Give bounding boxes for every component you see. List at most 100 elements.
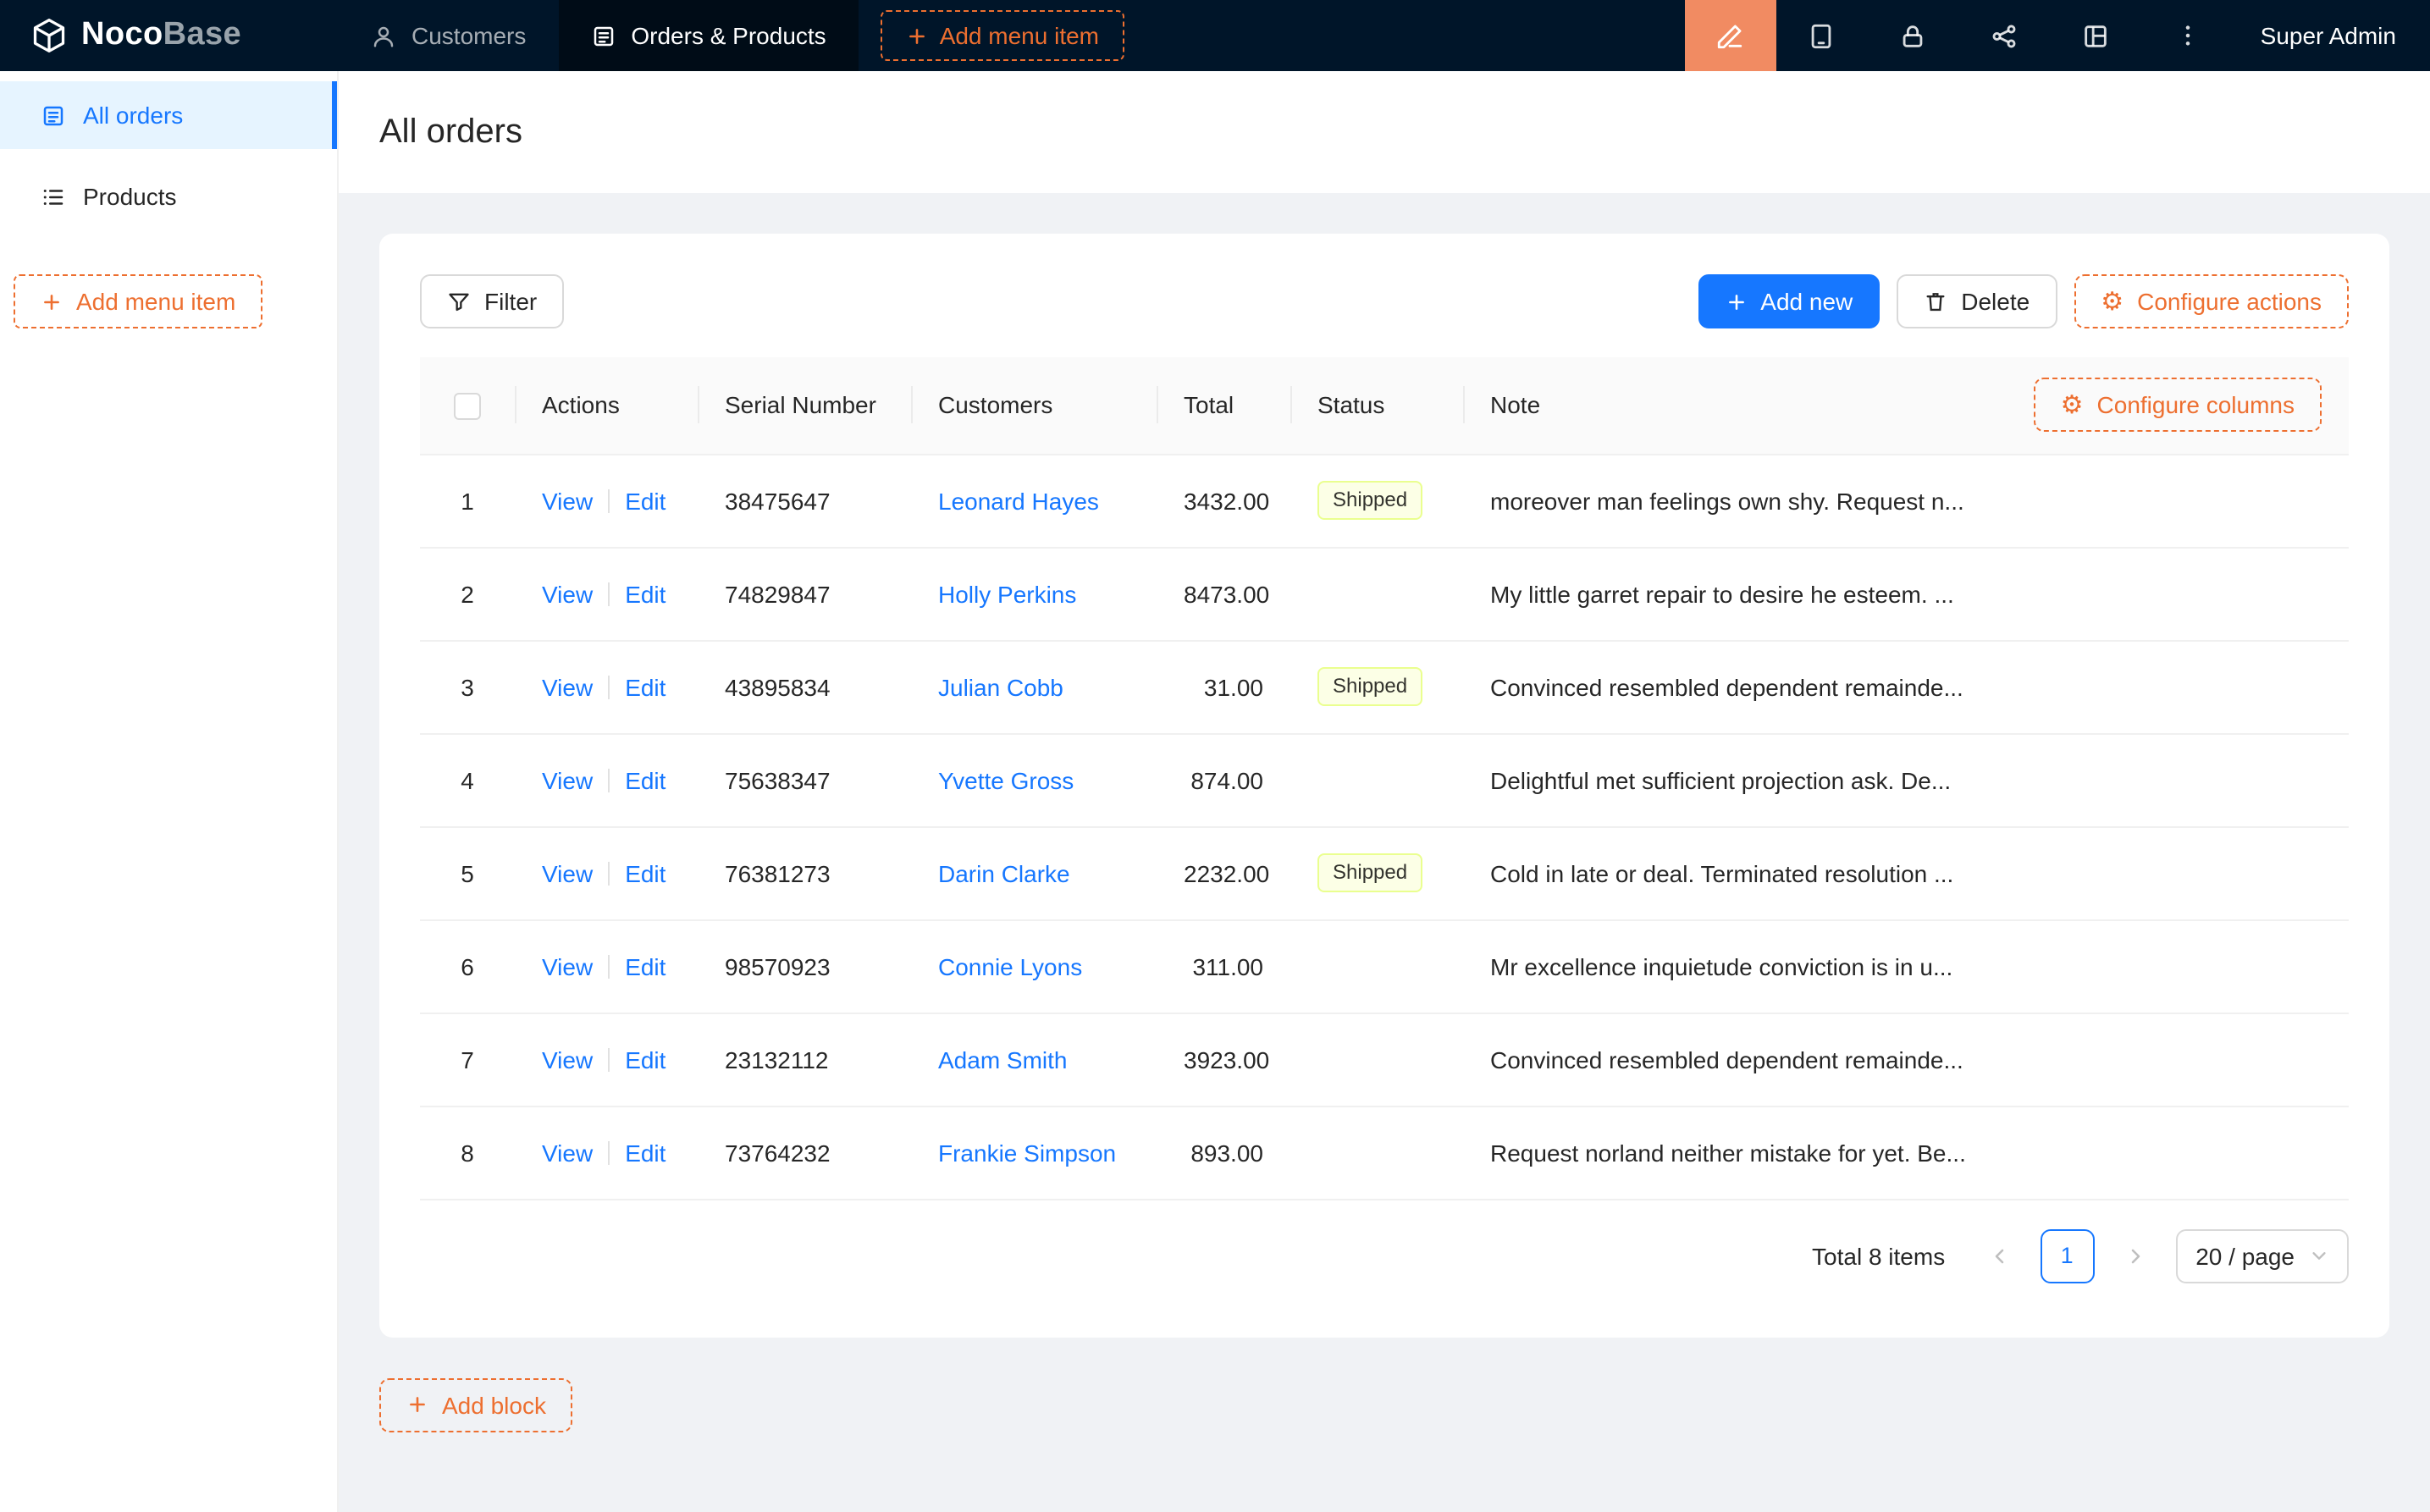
table-row: 7 ViewEdit 23132112 Adam Smith 3923.00 C… [420,1013,2349,1106]
chevron-left-icon [1989,1245,2009,1266]
logo-text: NocoBase [81,17,241,54]
tablet-icon [1808,21,1836,50]
top-tab-orders-products[interactable]: Orders & Products [558,0,858,71]
filter-button[interactable]: Filter [420,274,564,328]
customer-cell: Connie Lyons [911,919,1157,1013]
sidebar-item-all-orders[interactable]: All orders [0,81,337,149]
serial-number-cell: 23132112 [698,1013,911,1106]
page-title: All orders [379,113,522,152]
add-menu-item-sidebar-button[interactable]: Add menu item [14,274,262,328]
delete-button[interactable]: Delete [1897,274,2057,328]
more-button[interactable] [2142,0,2234,71]
index-cell: 5 [420,826,515,919]
serial-number-cell: 75638347 [698,733,911,826]
actions-cell: View Edit [515,547,698,640]
table-row: 2 ViewEdit 74829847 Holly Perkins 8473.0… [420,547,2349,640]
sidebar-item-label: All orders [83,102,183,129]
user-menu[interactable]: Super Admin [2234,0,2430,71]
header-actions: Super Admin [1685,0,2430,71]
customer-link[interactable]: Adam Smith [938,1046,1068,1073]
main-content: All orders Filter [339,71,2430,1512]
customer-link[interactable]: Julian Cobb [938,673,1063,700]
serial-number-cell: 38475647 [698,454,911,547]
actions-cell: View Edit [515,454,698,547]
customer-cell: Yvette Gross [911,733,1157,826]
page-1-button[interactable]: 1 [2040,1228,2094,1283]
column-header-customers: Customers [911,357,1157,454]
add-block-button[interactable]: Add block [379,1377,573,1432]
divider [608,582,610,605]
edit-link[interactable]: Edit [625,859,665,886]
customer-cell: Frankie Simpson [911,1106,1157,1199]
logo: NocoBase [0,0,339,71]
index-cell: 3 [420,640,515,733]
orders-icon [41,102,66,128]
top-tab-label: Orders & Products [631,22,826,49]
add-menu-item-header-button[interactable]: Add menu item [881,10,1124,61]
ui-editor-button[interactable] [1685,0,1776,71]
top-tab-customers[interactable]: Customers [339,0,558,71]
edit-link[interactable]: Edit [625,487,665,514]
divider [608,861,610,885]
customer-link[interactable]: Holly Perkins [938,580,1076,607]
customer-link[interactable]: Leonard Hayes [938,487,1099,514]
view-link[interactable]: View [542,766,593,793]
select-all-checkbox[interactable] [454,393,481,420]
table-row: 1 ViewEdit 38475647 Leonard Hayes 3432.0… [420,454,2349,547]
customer-link[interactable]: Frankie Simpson [938,1139,1116,1166]
edit-link[interactable]: Edit [625,766,665,793]
status-cell [1290,547,1463,640]
view-link[interactable]: View [542,580,593,607]
edit-link[interactable]: Edit [625,952,665,979]
column-header-actions: Actions [515,357,698,454]
serial-number-cell: 73764232 [698,1106,911,1199]
customer-cell: Holly Perkins [911,547,1157,640]
pagination-total: Total 8 items [1812,1242,1945,1269]
form-icon [590,23,616,48]
plugin-button[interactable] [1959,0,2051,71]
edit-link[interactable]: Edit [625,1139,665,1166]
lock-button[interactable] [1868,0,1959,71]
mobile-button[interactable] [1776,0,1868,71]
total-cell: 31.00 [1157,640,1290,733]
next-page-button[interactable] [2107,1228,2162,1283]
view-link[interactable]: View [542,859,593,886]
status-tag: Shipped [1317,481,1422,520]
gear-icon: ⚙ [2061,392,2084,417]
index-cell: 8 [420,1106,515,1199]
edit-link[interactable]: Edit [625,580,665,607]
status-cell [1290,1106,1463,1199]
view-link[interactable]: View [542,952,593,979]
total-cell: 3923.00 [1157,1013,1290,1106]
view-link[interactable]: View [542,487,593,514]
lock-icon [1899,21,1928,50]
view-link[interactable]: View [542,1139,593,1166]
configure-actions-button[interactable]: ⚙ Configure actions [2074,274,2349,328]
customer-link[interactable]: Yvette Gross [938,766,1074,793]
edit-link[interactable]: Edit [625,1046,665,1073]
prev-page-button[interactable] [1972,1228,2026,1283]
view-link[interactable]: View [542,1046,593,1073]
status-tag: Shipped [1317,853,1422,892]
trash-icon [1924,290,1947,313]
sidebar-item-products[interactable]: Products [0,163,337,230]
divider [608,768,610,792]
index-cell: 2 [420,547,515,640]
divider [608,1140,610,1164]
note-cell: moreover man feelings own shy. Request n… [1463,454,2349,547]
divider [608,1047,610,1071]
column-header-serial-number: Serial Number [698,357,911,454]
logo-icon [30,17,68,54]
configure-columns-button[interactable]: ⚙ Configure columns [2034,378,2322,432]
orders-table: ⚙ Configure columns Actions Seri [420,357,2349,1200]
customer-link[interactable]: Connie Lyons [938,952,1082,979]
customer-link[interactable]: Darin Clarke [938,859,1070,886]
layout-button[interactable] [2051,0,2142,71]
table-row: 8 ViewEdit 73764232 Frankie Simpson 893.… [420,1106,2349,1199]
view-link[interactable]: View [542,673,593,700]
add-new-button[interactable]: Add new [1698,274,1880,328]
serial-number-cell: 74829847 [698,547,911,640]
page-size-select[interactable]: 20 / page [2175,1228,2349,1283]
note-cell: Request norland neither mistake for yet.… [1463,1106,2349,1199]
edit-link[interactable]: Edit [625,673,665,700]
